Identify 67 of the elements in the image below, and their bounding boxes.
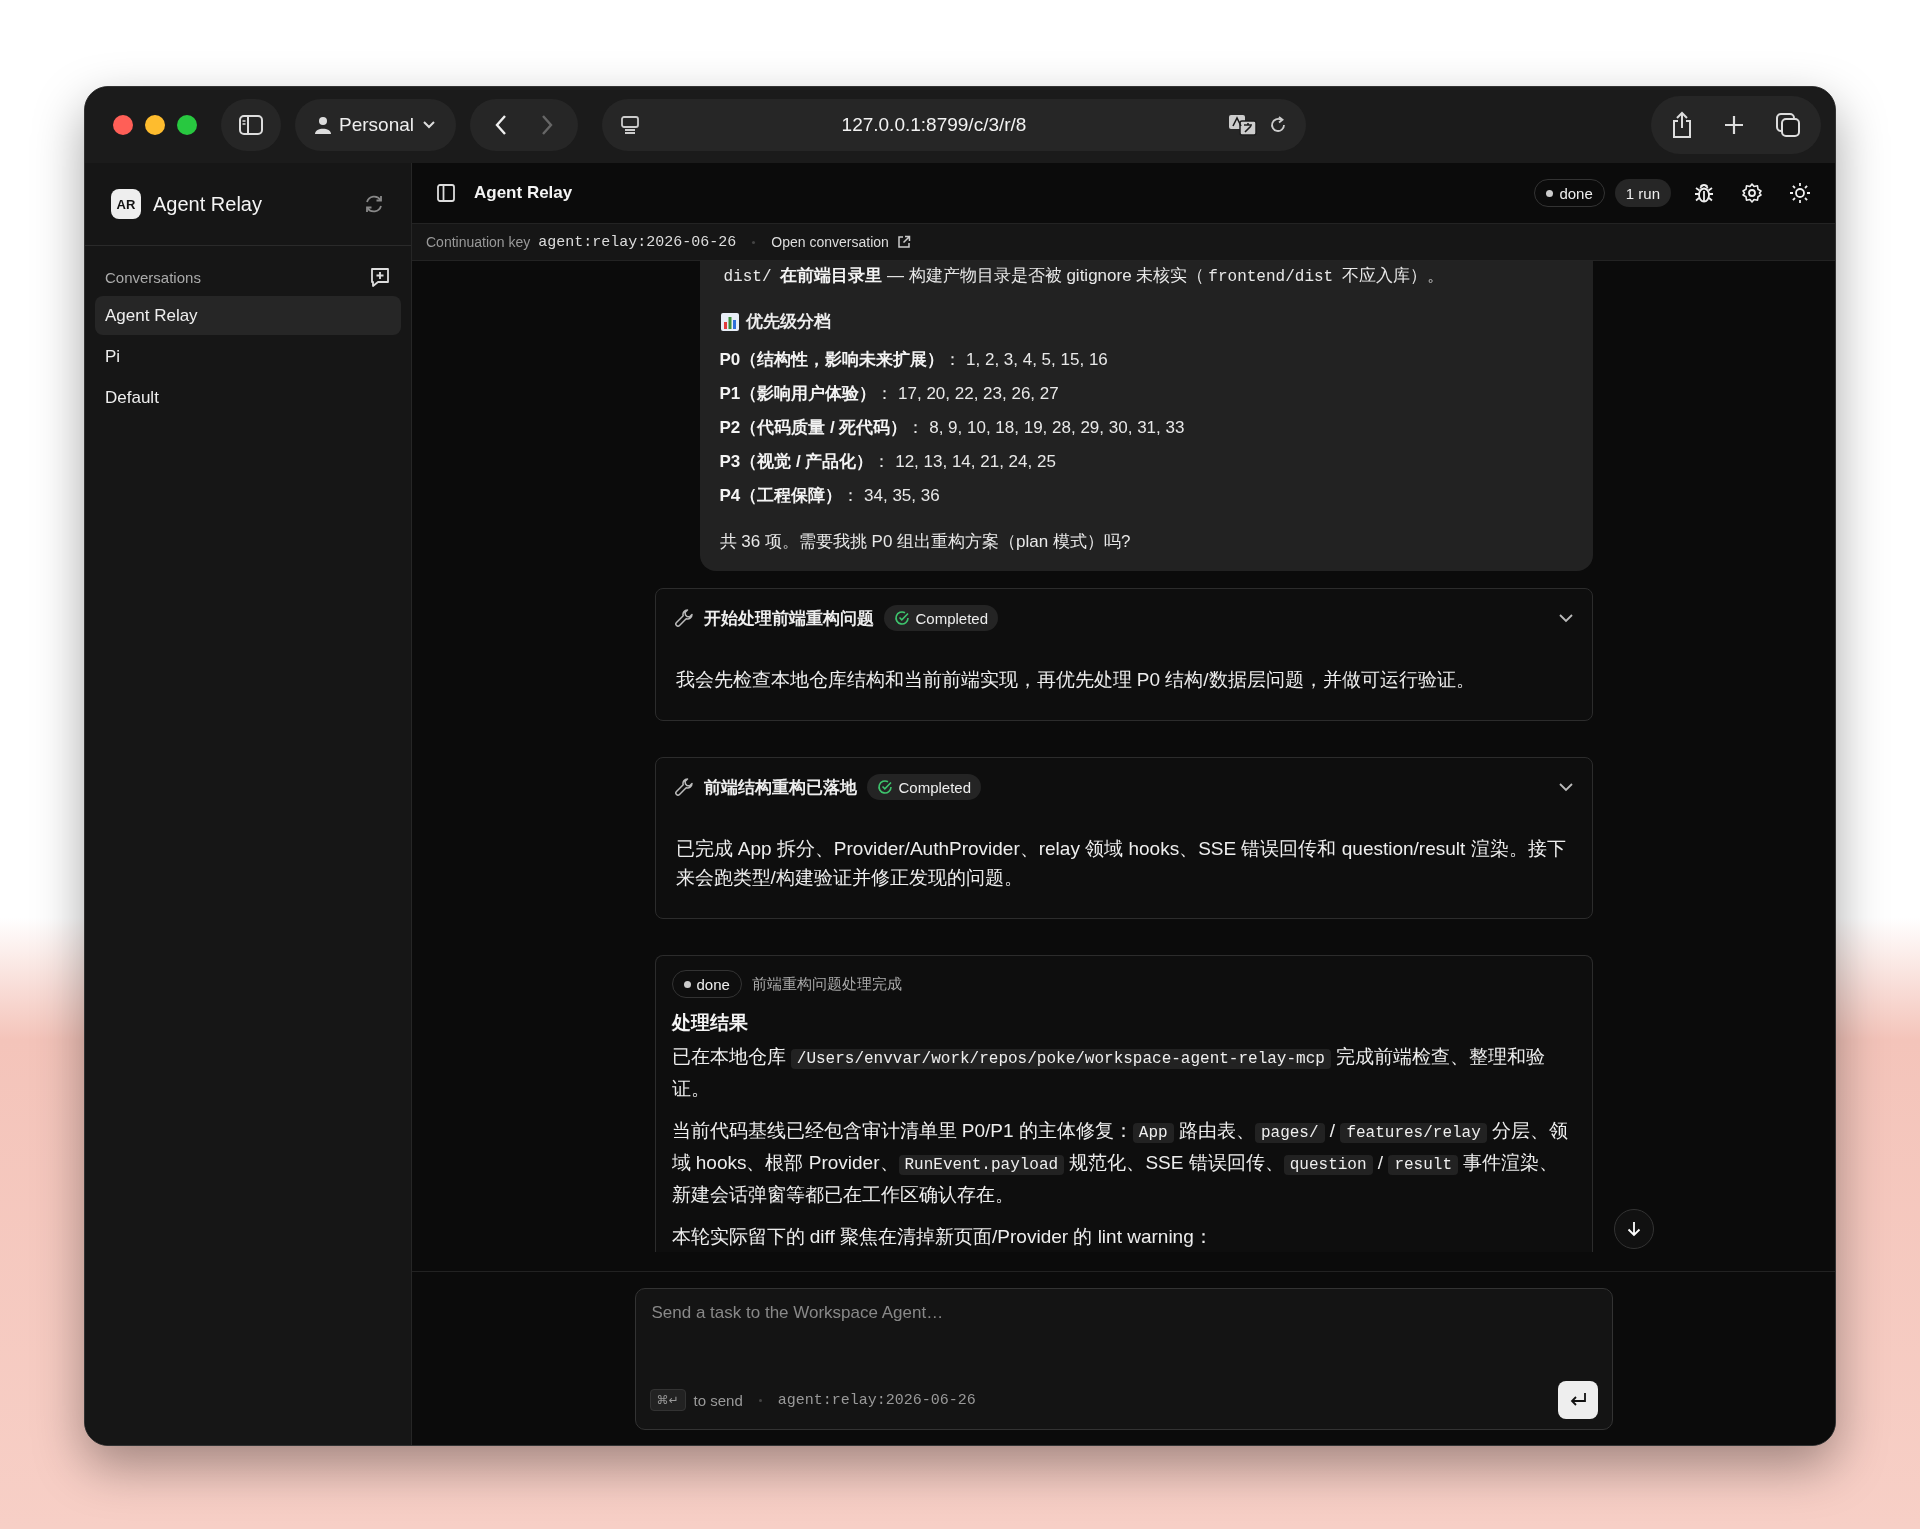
wrench-icon bbox=[673, 777, 694, 797]
conversation-item[interactable]: Pi bbox=[95, 337, 401, 376]
conversation-item[interactable]: Default bbox=[95, 378, 401, 417]
conversation-item[interactable]: Agent Relay bbox=[95, 296, 401, 335]
chevron-left-icon bbox=[494, 114, 508, 136]
continuation-key: agent:relay:2026-06-26 bbox=[777, 1391, 976, 1409]
send-button[interactable] bbox=[1557, 1381, 1598, 1419]
result-heading: 处理结果 bbox=[671, 1011, 749, 1035]
new-tab-icon[interactable] bbox=[1723, 114, 1745, 136]
message-text: P0（结构性，影响未来扩展）： 1, 2, 3, 4, 5, 15, 16 bbox=[719, 349, 1109, 371]
sidebar-icon bbox=[238, 114, 264, 136]
app-logo: AR bbox=[111, 189, 141, 219]
profile-button[interactable]: Personal bbox=[295, 99, 456, 151]
settings-icon[interactable] bbox=[1741, 182, 1763, 204]
conversation-title: Agent Relay bbox=[474, 183, 573, 203]
completed-badge: Completed bbox=[883, 605, 999, 631]
continuation-key: agent:relay:2026-06-26 bbox=[538, 233, 737, 251]
chevron-down-icon[interactable] bbox=[1557, 613, 1574, 623]
tool-call-title: 开始处理前端重构问题 bbox=[703, 607, 874, 630]
tabs-overview-icon[interactable] bbox=[1775, 112, 1801, 138]
app-name: Agent Relay bbox=[153, 192, 263, 216]
result-text: 已在本地仓库 /Users/envvar/work/repos/poke/workspace-agent-relay-mcp 完成前端检查、整理和验证。 bbox=[671, 1045, 1547, 1101]
chevron-right-icon bbox=[540, 114, 554, 136]
new-conversation-icon[interactable] bbox=[369, 266, 391, 288]
message-text: P3（视觉 / 产品化）： 12, 13, 14, 21, 24, 25 bbox=[719, 451, 1057, 473]
page-menu-icon[interactable] bbox=[620, 115, 640, 135]
arrow-down-icon bbox=[1625, 1220, 1642, 1238]
scroll-down-button[interactable] bbox=[1613, 1209, 1654, 1249]
result-summary: 前端重构问题处理完成 bbox=[751, 974, 902, 994]
share-icon[interactable] bbox=[1671, 111, 1693, 139]
section-label: Conversations bbox=[105, 268, 202, 286]
theme-icon[interactable] bbox=[1789, 182, 1811, 204]
chevron-down-icon bbox=[422, 120, 436, 130]
message-text: P2（代码质量 / 死代码）： 8, 9, 10, 18, 19, 28, 29, 30, 31, 33 bbox=[719, 417, 1186, 439]
external-link-icon[interactable] bbox=[896, 235, 911, 249]
tool-call-text: 我会先检查本地仓库结构和当前前端实现，再优先处理 P0 结构/数据层问题，并做可运行验证。 bbox=[674, 668, 1476, 692]
zoom-icon[interactable] bbox=[177, 115, 197, 135]
continuation-label: Continuation key bbox=[426, 234, 531, 250]
chevron-down-icon[interactable] bbox=[1557, 782, 1574, 792]
tool-call-title: 前端结构重构已落地 bbox=[703, 776, 857, 799]
refresh-icon[interactable] bbox=[363, 193, 385, 215]
bar-chart-icon bbox=[719, 311, 740, 332]
bug-icon[interactable] bbox=[1693, 182, 1715, 204]
open-conversation-link[interactable]: Open conversation bbox=[771, 234, 889, 250]
section-heading: 优先级分档 bbox=[745, 311, 831, 333]
wrench-icon bbox=[673, 608, 694, 628]
run-count-badge: 1 run bbox=[1614, 179, 1671, 207]
address-bar[interactable]: 127.0.0.1:8799/c/3/r/8 bbox=[602, 99, 1306, 151]
completed-badge: Completed bbox=[866, 774, 982, 800]
result-text: 当前代码基线已经包含审计清单里 P0/P1 的主体修复： App 路由表、 pages/ / features/relay 分层、领域 hooks、根部 Provider、 RunEvent.payload 规范化、SSE 错误回传、 question / result 事件渲染、新建会话弹窗等都已在工作区确认存在。 bbox=[671, 1119, 1570, 1207]
close-icon[interactable] bbox=[113, 115, 133, 135]
message-text: P4（工程保障）： 34, 35, 36 bbox=[719, 485, 941, 507]
panel-toggle-icon[interactable] bbox=[436, 183, 456, 203]
task-input-field[interactable]: Send a task to the Workspace Agent… bbox=[649, 1301, 1598, 1381]
send-hint: to send bbox=[693, 1391, 743, 1409]
shortcut-key: ⌘↵ bbox=[649, 1389, 686, 1411]
reload-icon[interactable] bbox=[1268, 115, 1288, 135]
message-text: P1（影响用户体验）： 17, 20, 22, 23, 26, 27 bbox=[719, 383, 1060, 405]
message-text: dist/ 在前端目录里 — 构建产物目录是否被 gitignore 未核实（ frontend/dist 不应入库）。 bbox=[722, 265, 1445, 288]
message-text: 共 36 项。需要我挑 P0 组出重构方案（plan 模式）吗? bbox=[719, 531, 1132, 553]
composer-field[interactable]: Send a task to the Workspace Agent… ⌘↵ to send agent:relay:2026-06-26 bbox=[634, 1288, 1613, 1430]
tool-call-text: 已完成 App 拆分、Provider/AuthProvider、relay 领域 hooks、SSE 错误回传和 question/result 渲染。接下来会跑类型/构建验证并修正发现的问题。 bbox=[674, 837, 1567, 890]
minimize-icon[interactable] bbox=[145, 115, 165, 135]
result-text: 本轮实际留下的 diff 聚焦在清掉新页面/Provider 的 lint warning： bbox=[671, 1225, 1214, 1249]
translate-icon[interactable] bbox=[1228, 114, 1258, 136]
person-icon bbox=[315, 116, 331, 134]
sidebar-toggle-button[interactable] bbox=[221, 99, 281, 151]
